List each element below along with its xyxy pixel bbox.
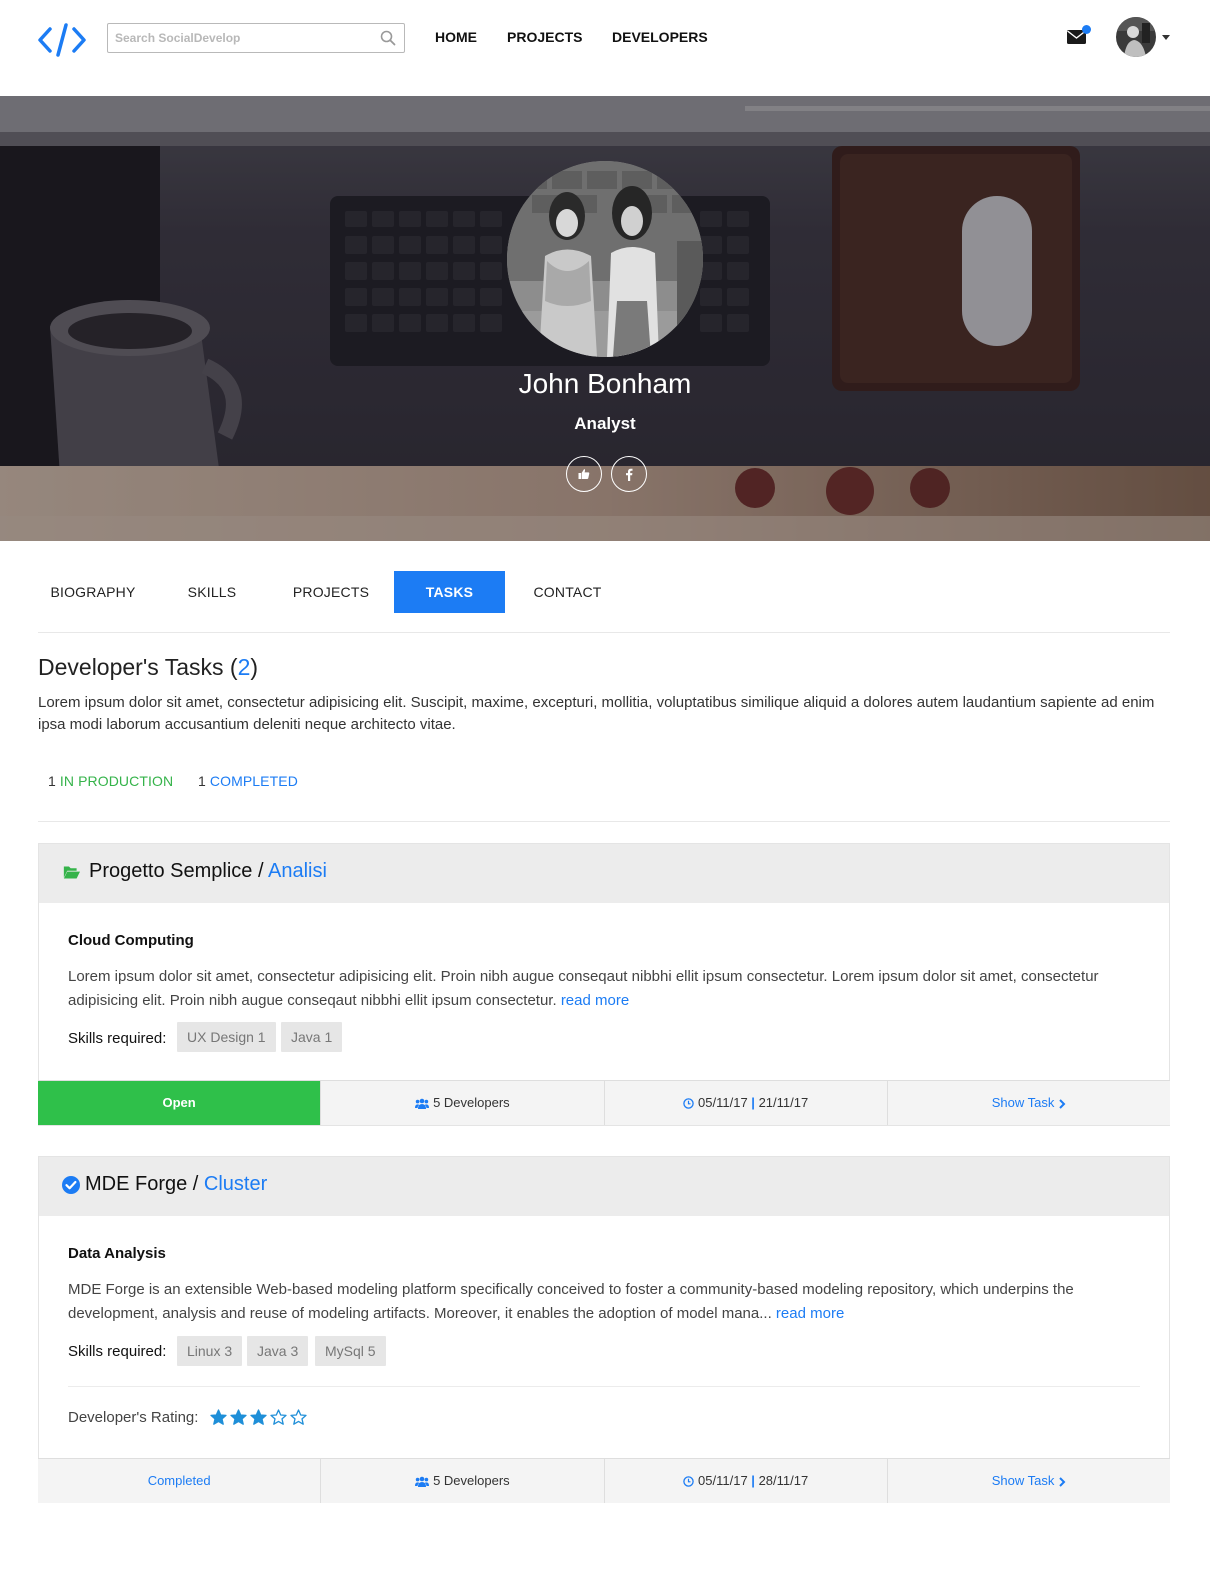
skills-required-label: Skills required: (68, 1030, 167, 1047)
nav-developers[interactable]: DEVELOPERS (612, 29, 708, 45)
like-button[interactable] (566, 456, 602, 492)
task-count: 2 (237, 654, 251, 680)
tabs-divider (38, 632, 1170, 633)
task-card-header: Progetto Semplice / Analisi (39, 844, 1169, 903)
search-icon[interactable] (380, 30, 396, 46)
star-empty-icon (270, 1409, 287, 1425)
developers-count[interactable]: 5 Developers (321, 1081, 605, 1125)
folder-open-icon (63, 866, 80, 879)
rating-label: Developer's Rating: (68, 1409, 199, 1426)
nav-projects[interactable]: PROJECTS (507, 29, 582, 45)
tab-projects[interactable]: PROJECTS (279, 571, 383, 613)
status-badge: Completed (38, 1459, 322, 1503)
task-name: Data Analysis (68, 1245, 166, 1262)
stat-in-production[interactable]: 1 IN PRODUCTION (48, 773, 173, 789)
skill-badge: Linux 3 (177, 1336, 243, 1366)
read-more-link[interactable]: read more (561, 992, 629, 1009)
star-filled-icon (210, 1409, 227, 1425)
read-more-link[interactable]: read more (776, 1305, 844, 1322)
skill-badge: MySql 5 (315, 1336, 386, 1366)
user-menu-caret-icon[interactable] (1162, 35, 1170, 40)
section-title: Developer's Tasks (2) (38, 654, 259, 680)
tab-contact[interactable]: CONTACT (519, 571, 616, 613)
show-task-button[interactable]: Show Task (887, 1459, 1170, 1503)
clock-icon (683, 1098, 694, 1109)
task-card: Progetto Semplice / Analisi Cloud Comput… (38, 843, 1170, 1126)
stats-divider (38, 821, 1170, 822)
skill-badge: UX Design 1 (177, 1022, 276, 1052)
section-description: Lorem ipsum dolor sit amet, consectetur … (38, 694, 1155, 733)
navbar: HOME PROJECTS DEVELOPERS (0, 0, 1210, 96)
task-card: MDE Forge / Cluster Data Analysis MDE Fo… (38, 1156, 1170, 1503)
task-description: Lorem ipsum dolor sit amet, consectetur … (68, 968, 1099, 1009)
task-card-header: MDE Forge / Cluster (39, 1157, 1169, 1216)
task-card-footer: Completed 5 Developers 05/11/17 | 28/11/… (38, 1458, 1170, 1503)
show-task-button[interactable]: Show Task (887, 1081, 1170, 1125)
profile-name: John Bonham (518, 368, 692, 399)
task-category: Analisi (268, 860, 327, 882)
chevron-right-icon (1059, 1098, 1066, 1109)
task-dates: 05/11/17 | 28/11/17 (604, 1459, 888, 1503)
star-empty-icon (290, 1409, 307, 1425)
skill-badge: Java 3 (247, 1336, 309, 1366)
rating-divider (68, 1386, 1140, 1387)
tab-skills[interactable]: SKILLS (167, 571, 257, 613)
notification-badge (1082, 25, 1091, 34)
users-icon (415, 1098, 430, 1110)
task-card-footer: Open 5 Developers 05/11/17 | 21/11/17 Sh… (38, 1080, 1170, 1125)
task-category: Cluster (203, 1173, 268, 1195)
skills-required-label: Skills required: (68, 1343, 167, 1360)
star-filled-icon (230, 1409, 247, 1425)
tab-tasks[interactable]: TASKS (394, 571, 505, 613)
thumbs-up-icon (578, 469, 590, 479)
chevron-right-icon (1059, 1476, 1066, 1487)
task-description: MDE Forge is an extensible Web-based mod… (68, 1281, 1074, 1322)
stat-completed[interactable]: 1 COMPLETED (198, 773, 298, 789)
clock-icon (683, 1476, 694, 1487)
status-badge: Open (38, 1081, 322, 1125)
task-project-title[interactable]: Progetto Semplice / Analisi (89, 860, 327, 883)
skill-badge: Java 1 (281, 1022, 343, 1052)
tab-biography[interactable]: BIOGRAPHY (38, 571, 148, 613)
profile-hero: John Bonham Analyst (0, 96, 1210, 541)
star-filled-icon (250, 1409, 267, 1425)
task-project-title[interactable]: MDE Forge / Cluster (85, 1173, 267, 1196)
profile-photo (507, 161, 703, 357)
facebook-icon (626, 468, 633, 481)
user-avatar[interactable] (1116, 17, 1156, 57)
facebook-button[interactable] (611, 456, 647, 492)
search-input[interactable] (108, 24, 368, 52)
task-dates: 05/11/17 | 21/11/17 (604, 1081, 888, 1125)
task-name: Cloud Computing (68, 932, 194, 949)
check-circle-icon (62, 1176, 80, 1194)
search-box (107, 23, 405, 53)
developers-count[interactable]: 5 Developers (321, 1459, 605, 1503)
code-logo-icon[interactable] (38, 22, 86, 58)
users-icon (415, 1476, 430, 1488)
developer-rating (210, 1409, 307, 1426)
nav-home[interactable]: HOME (435, 29, 477, 45)
profile-role: Analyst (574, 414, 636, 433)
